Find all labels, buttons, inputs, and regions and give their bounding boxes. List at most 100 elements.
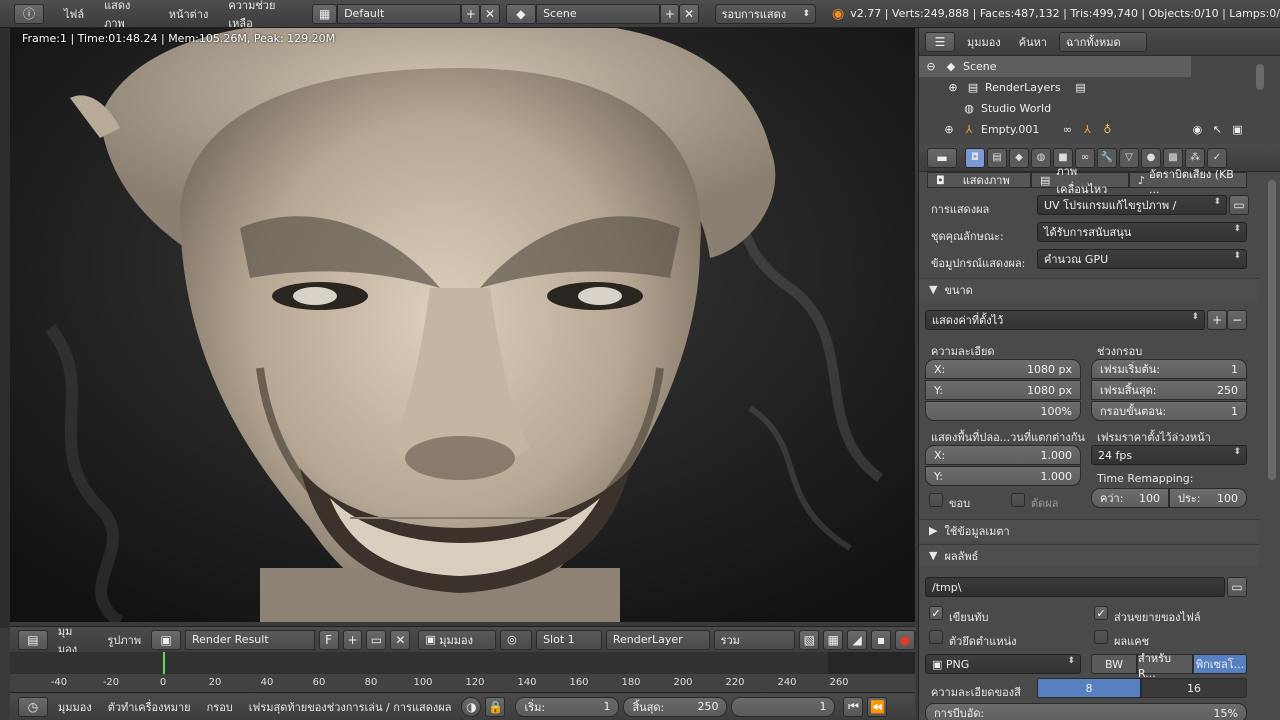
image-editor-image-menu[interactable]: รูปภาพ [102,631,148,649]
color-depth-16[interactable]: 16 [1141,678,1247,698]
slot-dropdown[interactable]: Slot 1 [536,629,602,650]
aspect-x-field[interactable]: X: 1.000 [925,445,1081,465]
timeline-frame-menu[interactable]: กรอบ [201,698,239,716]
menu-render[interactable]: แสดงภาพ [94,0,159,32]
render-engine-dropdown[interactable]: รอบการแสดง ⬍ [714,3,817,24]
info-editor-type[interactable]: ⓘ [14,3,44,25]
expand-icon[interactable]: ⊕ [945,80,961,96]
info-icon[interactable]: ⓘ [14,3,44,24]
file-format-dropdown[interactable]: ▣ PNG ⬍ [925,654,1081,674]
3d-viewport[interactable]: Frame:1 | Time:01:48.24 | Mem:105.26M, P… [10,28,915,622]
remap-new-field[interactable]: ประ: 100 [1169,488,1247,508]
remove-preset-icon[interactable]: − [1227,310,1247,330]
crop-checkbox[interactable]: ✓ [1011,493,1025,507]
editor-type-icon[interactable]: ▤ [18,629,48,650]
end-frame-field[interactable]: สิ้นสุด: 250 [623,696,728,717]
render-tab-icon[interactable]: ◘ [965,147,985,168]
metadata-panel-header[interactable]: ▶ ใช้ข้อมูลเมตา [919,519,1259,541]
channels-color-icon[interactable]: ▧ [799,629,820,650]
add-layout-icon[interactable]: + [461,3,481,24]
outliner-filter-dropdown[interactable]: ฉากทั้งหมด [1059,31,1148,52]
jump-key-icon[interactable]: ⏪ [867,696,888,717]
render-small-icon[interactable]: ▪ [871,629,892,650]
outliner-view-menu[interactable]: มุมมอง [961,33,1007,51]
collapse-icon[interactable]: ⊖ [923,59,939,75]
output-path-input[interactable]: /tmp\ [925,577,1225,597]
file-extensions-checkbox[interactable]: ✓ [1094,606,1108,620]
new-image-icon[interactable]: + [342,629,363,650]
selectable-arrow-icon[interactable]: ↖ [1209,122,1225,138]
timeline-track[interactable] [10,652,915,674]
remap-old-field[interactable]: คว่า: 100 [1091,488,1169,508]
render-pass-dropdown[interactable]: รวม [713,629,796,650]
browse-folder-icon[interactable]: ▭ [1227,577,1247,597]
render-layers-tab-icon[interactable]: ▤ [987,147,1007,168]
add-preset-icon[interactable]: + [1207,310,1227,330]
timeline-view-menu[interactable]: มุมมอง [52,698,98,716]
resolution-y-field[interactable]: Y: 1080 px [925,380,1081,400]
dimensions-panel-header[interactable]: ▼ ขนาด [919,278,1259,300]
world-tab-icon[interactable]: ◍ [1031,147,1051,168]
device-dropdown[interactable]: คำนวณ GPU ⬍ [1037,249,1247,269]
subtab-animation[interactable]: ▤ ภาพเคลื่อนไหว [1031,165,1129,196]
feature-set-dropdown[interactable]: ได้รับการสนับสนุน ⬍ [1037,222,1247,242]
layout-field[interactable]: Default [337,3,462,24]
lock-icon[interactable]: 🔒 [485,696,506,717]
aspect-y-field[interactable]: Y: 1.000 [925,466,1081,486]
open-image-icon[interactable]: ▭ [366,629,387,650]
display-dropdown[interactable]: UV โปรแกรมแก้ไขรูปภาพ / ⬍ [1037,195,1227,215]
scene-tab-icon[interactable]: ◆ [1009,147,1029,168]
render-layer-dropdown[interactable]: RenderLayer [605,629,710,650]
current-frame-field[interactable]: 1 [731,696,836,717]
timeline-playback-menu[interactable]: เฟรมสุดท้ายของช่วงการเล่น / การแสดงผล [243,698,458,716]
expand-icon[interactable]: ⊕ [941,122,957,138]
outliner-row-scene[interactable]: ⊖ ◆ Scene [919,56,1191,77]
properties-editor-type-icon[interactable]: ▬ [927,147,957,168]
curve-icon[interactable]: ◢ [847,629,868,650]
jump-start-icon[interactable]: ⏮ [843,696,864,717]
visibility-eye-icon[interactable]: ◉ [1189,122,1205,138]
menu-file[interactable]: ไฟล์ [54,5,94,23]
scene-icon[interactable]: ◆ [505,3,537,24]
screen-layout-icon[interactable]: ▦ [312,3,338,24]
lock-interface-icon[interactable]: ▭ [1229,195,1249,215]
outliner-row-empty[interactable]: ⊕ ⅄ Empty.001 ∞ ⅄ ♁ ◉ ↖ ▣ [919,119,1280,140]
outliner-scrollbar[interactable] [1256,64,1264,90]
compression-slider[interactable]: การบีบอัด: 15% [925,703,1247,720]
color-mode-rgb[interactable]: สำหรับ R... [1137,652,1193,680]
add-scene-icon[interactable]: + [660,3,680,24]
start-frame-field[interactable]: เริ่ม: 1 [515,696,620,717]
outliner-editor-type-icon[interactable]: ☰ [925,31,955,52]
timeline-editor-type-icon[interactable]: ◷ [18,696,48,717]
timeline-current-frame-cursor[interactable] [163,652,165,674]
subtab-render[interactable]: ◘ แสดงภาพ [927,172,1031,188]
preview-range-icon[interactable]: ◑ [461,696,482,717]
menu-help[interactable]: ความช่วยเหลือ [218,0,306,32]
channels-alpha-icon[interactable]: ▦ [823,629,844,650]
outliner-search-menu[interactable]: ค้นหา [1013,33,1053,51]
timeline-area[interactable]: -40 -20 0 20 40 60 80 100 120 140 160 180 200 220 240 2… [10,652,915,692]
render-camera-icon[interactable]: ▣ [1229,122,1245,138]
overwrite-checkbox[interactable]: ✓ [929,606,943,620]
cache-result-checkbox[interactable]: ✓ [1094,630,1108,644]
record-icon[interactable]: ● [895,629,916,650]
outliner-row-world[interactable]: ◍ Studio World [919,98,1280,119]
resolution-x-field[interactable]: X: 1080 px [925,359,1081,379]
scene-field[interactable]: Scene [536,3,661,24]
image-name-field[interactable]: Render Result [185,629,315,650]
pivot-icon[interactable]: ◎ [500,629,533,650]
display-mode-dropdown[interactable]: ▣ มุมมอง [418,629,497,650]
fps-dropdown[interactable]: 24 fps ⬍ [1091,445,1247,465]
placeholders-checkbox[interactable]: ✓ [929,630,943,644]
menu-window[interactable]: หน้าต่าง [159,5,219,23]
frame-end-field[interactable]: เฟรมสิ้นสุด: 250 [1091,380,1247,400]
timeline-marker-menu[interactable]: ตัวทำเครื่องหมาย [102,698,197,716]
color-depth-8[interactable]: 8 [1037,678,1141,698]
remove-layout-icon[interactable]: ✕ [480,3,500,24]
frame-step-field[interactable]: กรอบขั้นตอน: 1 [1091,401,1247,421]
frame-start-field[interactable]: เฟรมเริ่มต้น: 1 [1091,359,1247,379]
data-tab-icon[interactable]: ▽ [1119,147,1139,168]
fake-user-button[interactable]: F [318,629,339,650]
subtab-audio[interactable]: ♪ อัตราบิตเสียง (KB ... [1129,168,1247,196]
unlink-image-icon[interactable]: ✕ [390,629,411,650]
